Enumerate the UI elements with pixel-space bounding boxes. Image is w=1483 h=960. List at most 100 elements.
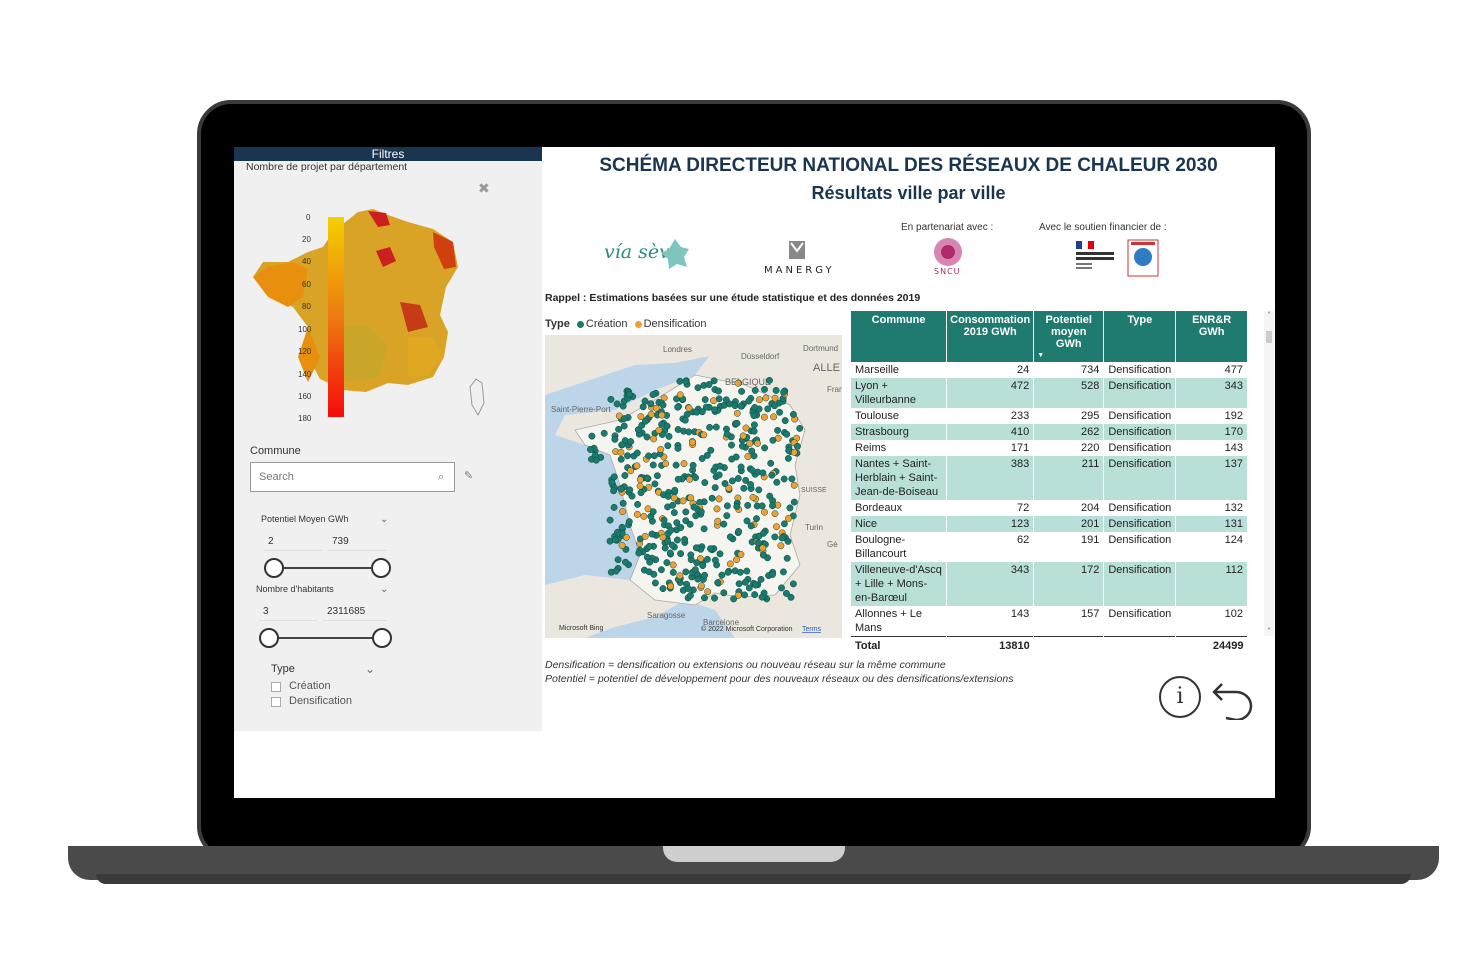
- creation-bubble[interactable]: [658, 420, 666, 428]
- habitants-min-handle[interactable]: [259, 628, 279, 648]
- densification-bubble[interactable]: [710, 397, 717, 405]
- header-consommation[interactable]: Consommation 2019 GWh: [946, 311, 1035, 362]
- creation-bubble[interactable]: [733, 419, 741, 427]
- creation-bubble[interactable]: [677, 550, 685, 558]
- creation-bubble[interactable]: [741, 578, 749, 586]
- table-row[interactable]: Lyon + Villeurbanne 472 528 Densification 34…: [851, 378, 1248, 408]
- creation-bubble[interactable]: [778, 534, 786, 542]
- back-arrow-icon[interactable]: [1212, 672, 1256, 720]
- creation-bubble[interactable]: [737, 463, 745, 471]
- creation-bubble[interactable]: [773, 478, 781, 486]
- densification-bubble[interactable]: [688, 438, 696, 446]
- densification-bubble[interactable]: [715, 495, 723, 503]
- creation-bubble[interactable]: [635, 549, 643, 557]
- creation-bubble[interactable]: [720, 520, 728, 528]
- creation-bubble[interactable]: [618, 523, 626, 531]
- creation-bubble[interactable]: [752, 581, 759, 589]
- creation-bubble[interactable]: [666, 549, 674, 557]
- creation-bubble[interactable]: [796, 424, 804, 432]
- densification-bubble[interactable]: [762, 394, 770, 402]
- creation-bubble[interactable]: [735, 580, 743, 588]
- creation-bubble[interactable]: [716, 550, 724, 558]
- creation-bubble[interactable]: [750, 412, 758, 420]
- creation-bubble[interactable]: [673, 519, 681, 527]
- densification-bubble[interactable]: [617, 448, 625, 456]
- densification-bubble[interactable]: [760, 413, 768, 421]
- creation-bubble[interactable]: [648, 530, 656, 538]
- densification-bubble[interactable]: [669, 561, 677, 569]
- creation-bubble[interactable]: [647, 400, 655, 408]
- creation-bubble[interactable]: [753, 515, 760, 523]
- densification-bubble[interactable]: [737, 551, 745, 558]
- creation-bubble[interactable]: [660, 516, 668, 524]
- creation-bubble[interactable]: [670, 509, 678, 517]
- densification-bubble[interactable]: [755, 396, 763, 404]
- header-potentiel[interactable]: Potentiel moyen GWh ▼: [1033, 311, 1105, 362]
- creation-bubble[interactable]: [780, 520, 788, 528]
- densification-bubble[interactable]: [676, 391, 684, 399]
- scroll-down-icon[interactable]: ˅: [1264, 627, 1274, 636]
- chevron-down-icon[interactable]: ⌄: [365, 662, 375, 676]
- creation-bubble[interactable]: [617, 455, 625, 463]
- creation-bubble[interactable]: [747, 522, 755, 530]
- densification-bubble[interactable]: [670, 494, 678, 502]
- creation-bubble[interactable]: [758, 502, 766, 510]
- creation-bubble[interactable]: [649, 391, 657, 399]
- creation-bubble[interactable]: [726, 533, 734, 541]
- densification-bubble[interactable]: [676, 572, 684, 580]
- creation-bubble[interactable]: [711, 484, 719, 492]
- creation-bubble[interactable]: [735, 527, 743, 535]
- densification-bubble[interactable]: [700, 431, 708, 439]
- creation-bubble[interactable]: [699, 562, 707, 570]
- table-row[interactable]: Strasbourg 410 262 Densification 170: [851, 424, 1248, 440]
- creation-bubble[interactable]: [724, 568, 732, 576]
- creation-bubble[interactable]: [610, 487, 618, 495]
- creation-bubble[interactable]: [778, 584, 785, 592]
- creation-bubble[interactable]: [774, 426, 782, 434]
- creation-bubble[interactable]: [669, 568, 677, 576]
- densification-bubble[interactable]: [657, 445, 665, 453]
- creation-bubble[interactable]: [759, 469, 767, 477]
- creation-bubble[interactable]: [754, 539, 762, 547]
- potentiel-max-input[interactable]: 739: [328, 533, 386, 551]
- creation-bubble[interactable]: [651, 579, 659, 587]
- creation-bubble[interactable]: [671, 486, 679, 494]
- creation-bubble[interactable]: [626, 486, 634, 494]
- creation-bubble[interactable]: [646, 558, 654, 566]
- creation-bubble[interactable]: [667, 526, 675, 534]
- creation-bubble[interactable]: [764, 405, 772, 413]
- densification-bubble[interactable]: [739, 432, 747, 440]
- creation-bubble[interactable]: [643, 433, 651, 441]
- creation-bubble[interactable]: [698, 455, 706, 462]
- creation-bubble[interactable]: [751, 404, 759, 411]
- creation-bubble[interactable]: [779, 568, 787, 576]
- creation-bubble[interactable]: [665, 432, 673, 440]
- densification-bubble[interactable]: [713, 505, 721, 513]
- creation-bubble[interactable]: [700, 525, 708, 533]
- legend-densification[interactable]: Densification: [644, 318, 707, 330]
- creation-bubble[interactable]: [690, 503, 698, 511]
- densification-bubble[interactable]: [790, 481, 798, 489]
- densification-bubble[interactable]: [726, 560, 734, 568]
- creation-bubble[interactable]: [728, 477, 736, 485]
- creation-bubble[interactable]: [701, 594, 708, 602]
- creation-bubble[interactable]: [728, 441, 735, 449]
- creation-bubble[interactable]: [682, 508, 690, 516]
- densification-bubble[interactable]: [686, 475, 694, 483]
- densification-bubble[interactable]: [636, 482, 644, 490]
- bubble-map-canvas[interactable]: Londres Düsseldorf Dortmund BELGIQUE ALL…: [545, 335, 842, 638]
- creation-bubble[interactable]: [769, 571, 776, 578]
- densification-bubble[interactable]: [742, 424, 750, 432]
- creation-bubble[interactable]: [681, 416, 689, 424]
- info-icon[interactable]: i: [1159, 676, 1201, 718]
- creation-bubble[interactable]: [622, 558, 629, 566]
- creation-bubble[interactable]: [790, 498, 798, 506]
- creation-bubble[interactable]: [789, 410, 797, 418]
- densification-bubble[interactable]: [771, 510, 779, 518]
- creation-bubble[interactable]: [653, 472, 661, 480]
- creation-bubble[interactable]: [639, 403, 647, 411]
- densification-bubble[interactable]: [685, 404, 693, 412]
- creation-bubble[interactable]: [715, 471, 723, 479]
- creation-bubble[interactable]: [610, 503, 618, 511]
- creation-bubble[interactable]: [627, 438, 635, 446]
